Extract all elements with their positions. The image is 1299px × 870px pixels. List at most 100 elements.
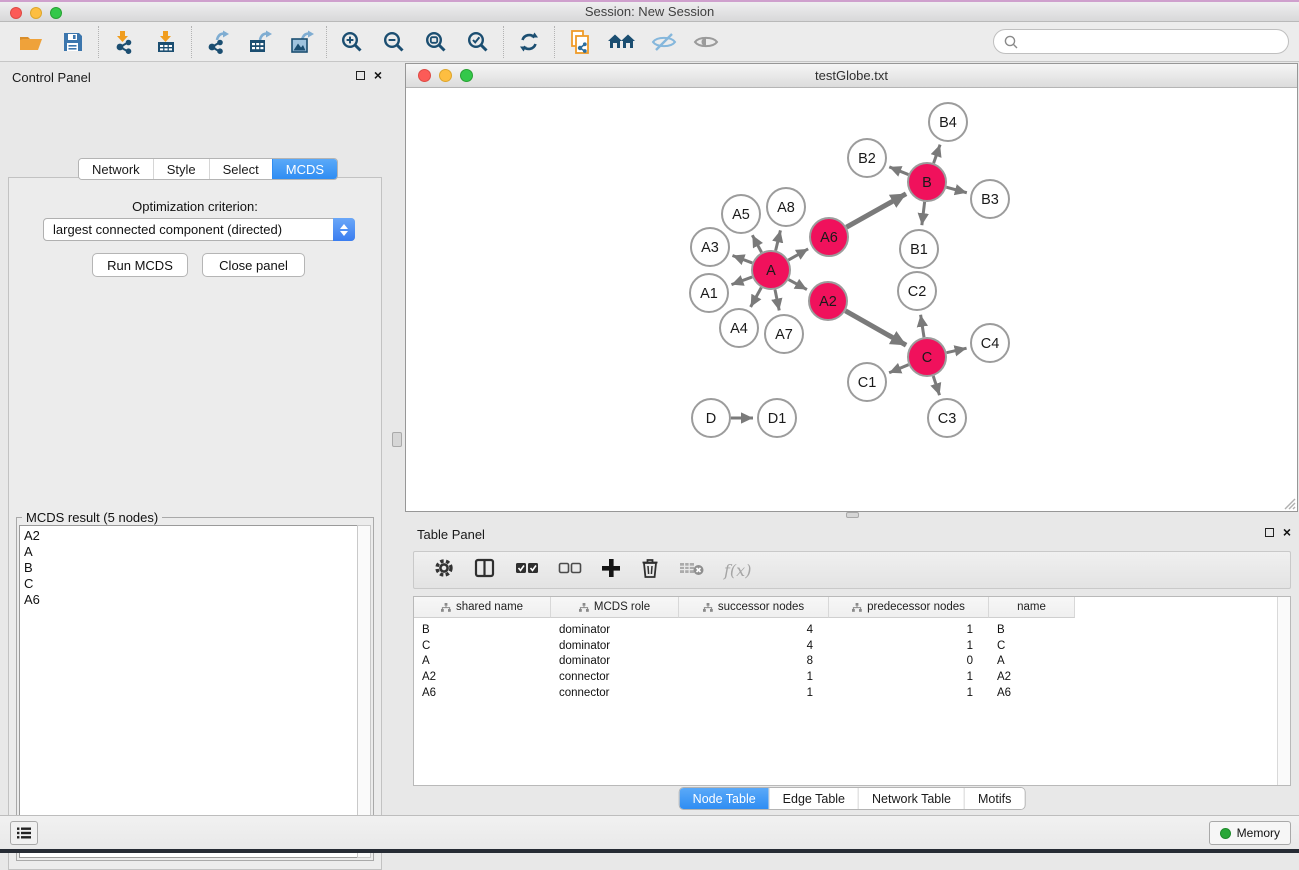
- table-row-B[interactable]: Bdominator41B: [414, 622, 1075, 638]
- edge-B-B2[interactable]: [889, 167, 908, 175]
- close-window-button[interactable]: [10, 7, 22, 19]
- splitter-handle[interactable]: [392, 432, 402, 447]
- tab-edge-table[interactable]: Edge Table: [769, 788, 858, 809]
- unselect-all-checkboxes-icon[interactable]: [558, 561, 582, 580]
- home-icon[interactable]: [601, 24, 643, 60]
- edge-C-C3[interactable]: [933, 376, 939, 395]
- memory-button[interactable]: Memory: [1209, 821, 1291, 845]
- float-table-panel-icon[interactable]: [1265, 528, 1274, 537]
- minimize-network-window-button[interactable]: [439, 69, 452, 82]
- table-panel-tabs[interactable]: Node TableEdge TableNetwork TableMotifs: [679, 787, 1026, 810]
- control-panel-tabs[interactable]: NetworkStyleSelectMCDS: [78, 158, 338, 180]
- column-header-MCDS-role[interactable]: MCDS role: [551, 597, 679, 618]
- edge-A-A1[interactable]: [732, 277, 753, 285]
- result-item[interactable]: A2: [24, 528, 359, 544]
- edge-A6-B[interactable]: [846, 194, 906, 227]
- close-table-panel-icon[interactable]: ×: [1283, 527, 1291, 537]
- tab-network[interactable]: Network: [79, 159, 153, 179]
- edge-B-B3[interactable]: [946, 187, 967, 193]
- tab-mcds[interactable]: MCDS: [272, 159, 337, 179]
- column-header-predecessor-nodes[interactable]: predecessor nodes: [829, 597, 989, 618]
- close-panel-button[interactable]: Close panel: [202, 253, 305, 277]
- node-table[interactable]: shared nameMCDS rolesuccessor nodesprede…: [413, 596, 1291, 786]
- mcds-result-list[interactable]: A2ABCA6: [19, 525, 359, 858]
- search-input[interactable]: [1019, 34, 1269, 49]
- horizontal-splitter-handle[interactable]: [846, 512, 859, 518]
- table-row-C[interactable]: Cdominator41C: [414, 638, 1075, 654]
- edge-A-A4[interactable]: [751, 288, 762, 307]
- edge-B-B1[interactable]: [922, 202, 925, 225]
- zoom-window-button[interactable]: [50, 7, 62, 19]
- edge-A-A3[interactable]: [732, 255, 752, 262]
- result-item[interactable]: C: [24, 576, 359, 592]
- table-row-A2[interactable]: A2connector11A2: [414, 669, 1075, 685]
- refresh-network-view-icon[interactable]: [508, 24, 550, 60]
- minimize-window-button[interactable]: [30, 7, 42, 19]
- column-header-name[interactable]: name: [989, 597, 1075, 618]
- tab-network-table[interactable]: Network Table: [858, 788, 964, 809]
- table-scrollbar[interactable]: [1277, 597, 1290, 785]
- select-all-checkboxes-icon[interactable]: [515, 561, 539, 580]
- table-row-A[interactable]: Adominator80A: [414, 653, 1075, 669]
- zoom-network-window-button[interactable]: [460, 69, 473, 82]
- function-builder-icon[interactable]: f(x): [724, 561, 751, 580]
- edge-A-A5[interactable]: [752, 235, 761, 252]
- table-row-A6[interactable]: A6connector11A6: [414, 685, 1075, 701]
- result-item[interactable]: A6: [24, 592, 359, 608]
- close-panel-icon[interactable]: ×: [374, 70, 382, 80]
- table-settings-gear-icon[interactable]: [433, 557, 455, 584]
- window-controls[interactable]: [10, 7, 62, 19]
- search-box[interactable]: [993, 29, 1289, 54]
- mcds-result-scrollbar[interactable]: [357, 525, 371, 858]
- vertical-splitter[interactable]: [390, 62, 405, 815]
- export-network-icon[interactable]: [196, 24, 238, 60]
- open-session-icon[interactable]: [10, 24, 52, 60]
- tab-node-table[interactable]: Node Table: [680, 788, 769, 809]
- result-item[interactable]: A: [24, 544, 359, 560]
- network-window-titlebar[interactable]: testGlobe.txt: [406, 64, 1297, 88]
- zoom-out-icon[interactable]: [373, 24, 415, 60]
- edge-A2-C[interactable]: [845, 311, 906, 345]
- table-header-row[interactable]: shared nameMCDS rolesuccessor nodesprede…: [414, 597, 1075, 618]
- result-item[interactable]: B: [24, 560, 359, 576]
- edge-C-C1[interactable]: [889, 365, 908, 373]
- zoom-fit-icon[interactable]: [415, 24, 457, 60]
- show-columns-icon[interactable]: [474, 558, 496, 583]
- column-header-shared-name[interactable]: shared name: [414, 597, 551, 618]
- export-table-icon[interactable]: [238, 24, 280, 60]
- tab-select[interactable]: Select: [209, 159, 272, 179]
- optimization-criterion-dropdown[interactable]: largest connected component (directed): [43, 218, 355, 241]
- network-graph[interactable]: B4B2BB3A5A8A6A3B1AA1C2A2A4A7CC4C1C3DD1: [406, 88, 1297, 511]
- resize-grip-icon[interactable]: [1285, 499, 1295, 509]
- delete-column-icon[interactable]: [640, 557, 660, 584]
- create-network-from-document-icon[interactable]: [559, 24, 601, 60]
- run-mcds-button[interactable]: Run MCDS: [92, 253, 188, 277]
- export-image-icon[interactable]: [280, 24, 322, 60]
- edge-A-A8[interactable]: [776, 230, 781, 250]
- save-session-icon[interactable]: [52, 24, 94, 60]
- edge-A-A7[interactable]: [775, 290, 779, 311]
- mcds-result-group: MCDS result (5 nodes) A2ABCA6: [16, 517, 374, 861]
- task-history-button[interactable]: [10, 821, 38, 845]
- import-table-from-file-icon[interactable]: [145, 24, 187, 60]
- delete-table-icon[interactable]: [679, 559, 705, 582]
- close-network-window-button[interactable]: [418, 69, 431, 82]
- network-canvas[interactable]: B4B2BB3A5A8A6A3B1AA1C2A2A4A7CC4C1C3DD1: [406, 88, 1297, 511]
- show-graphics-details-icon[interactable]: [685, 24, 727, 60]
- tab-style[interactable]: Style: [153, 159, 209, 179]
- import-network-from-file-icon[interactable]: [103, 24, 145, 60]
- tab-motifs[interactable]: Motifs: [964, 788, 1024, 809]
- edge-B-B4[interactable]: [934, 145, 940, 163]
- zoom-selected-icon[interactable]: [457, 24, 499, 60]
- float-panel-icon[interactable]: [356, 71, 365, 80]
- zoom-in-icon[interactable]: [331, 24, 373, 60]
- edge-A-A2[interactable]: [789, 280, 807, 290]
- edge-A-A6[interactable]: [788, 249, 808, 260]
- hide-graphics-details-icon[interactable]: [643, 24, 685, 60]
- add-column-icon[interactable]: [601, 558, 621, 583]
- edge-C-C2[interactable]: [921, 315, 924, 337]
- edge-C-C4[interactable]: [947, 348, 967, 352]
- column-header-successor-nodes[interactable]: successor nodes: [679, 597, 829, 618]
- cell: 1: [679, 685, 829, 701]
- network-window-controls[interactable]: [418, 69, 473, 82]
